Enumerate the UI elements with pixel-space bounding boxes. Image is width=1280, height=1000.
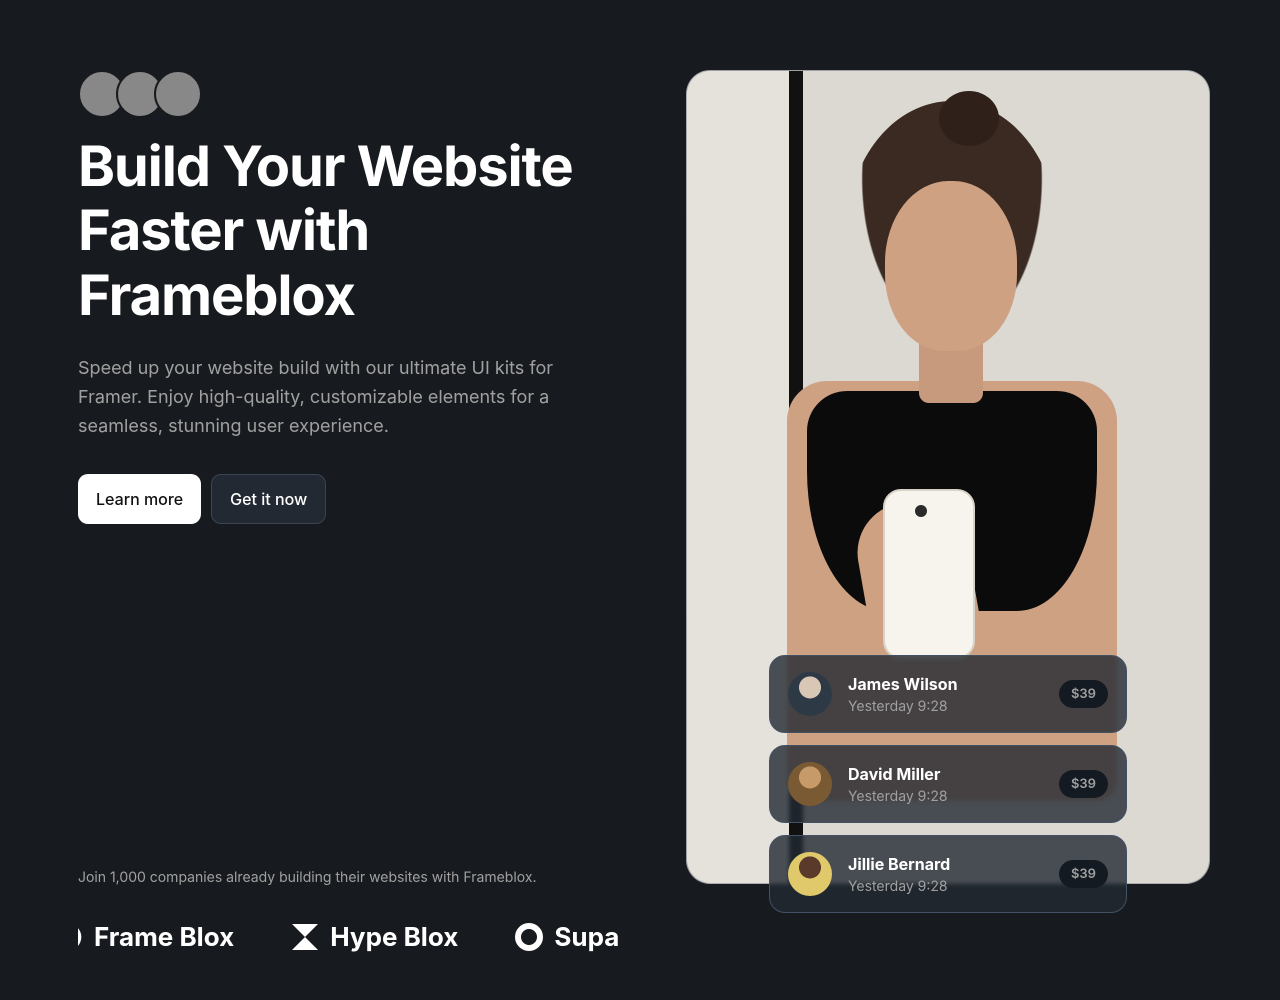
avatar	[788, 672, 832, 716]
avatar	[788, 852, 832, 896]
transaction-card[interactable]: James Wilson Yesterday 9:28 $39	[769, 655, 1127, 733]
half-circle-icon	[78, 922, 84, 952]
transaction-card-stack: James Wilson Yesterday 9:28 $39 David Mi…	[769, 655, 1127, 913]
brand-logo-frameblox: Frame Blox	[78, 922, 234, 953]
hero-headline: Build Your Website Faster with Frameblox	[78, 134, 598, 327]
circle-icon	[514, 922, 544, 952]
transaction-card[interactable]: David Miller Yesterday 9:28 $39	[769, 745, 1127, 823]
testimonial-avatars	[78, 70, 646, 118]
hero-image: James Wilson Yesterday 9:28 $39 David Mi…	[686, 70, 1210, 884]
card-price-badge: $39	[1059, 770, 1108, 798]
avatar	[788, 762, 832, 806]
card-price-badge: $39	[1059, 680, 1108, 708]
brand-logo-supa: Supa	[514, 922, 619, 953]
avatar	[154, 70, 202, 118]
social-proof-caption: Join 1,000 companies already building th…	[78, 829, 646, 886]
brand-label: Hype Blox	[330, 922, 458, 953]
card-time: Yesterday 9:28	[848, 878, 1043, 895]
cta-row: Learn more Get it now	[78, 474, 646, 524]
brand-label: Supa	[554, 922, 619, 953]
learn-more-button[interactable]: Learn more	[78, 474, 201, 524]
card-price-badge: $39	[1059, 860, 1108, 888]
brand-label: Frame Blox	[94, 922, 234, 953]
hero-subtext: Speed up your website build with our ult…	[78, 355, 588, 441]
brand-logo-row: Frame Blox Hype Blox Supa	[78, 914, 646, 960]
card-name: David Miller	[848, 764, 1043, 784]
get-it-now-button[interactable]: Get it now	[211, 474, 326, 524]
brand-logo-hypeblox: Hype Blox	[290, 922, 458, 953]
transaction-card[interactable]: Jillie Bernard Yesterday 9:28 $39	[769, 835, 1127, 913]
card-time: Yesterday 9:28	[848, 788, 1043, 805]
hero-left-column: Build Your Website Faster with Frameblox…	[78, 70, 646, 960]
card-time: Yesterday 9:28	[848, 698, 1043, 715]
hourglass-icon	[290, 922, 320, 952]
card-name: Jillie Bernard	[848, 854, 1043, 874]
card-name: James Wilson	[848, 674, 1043, 694]
